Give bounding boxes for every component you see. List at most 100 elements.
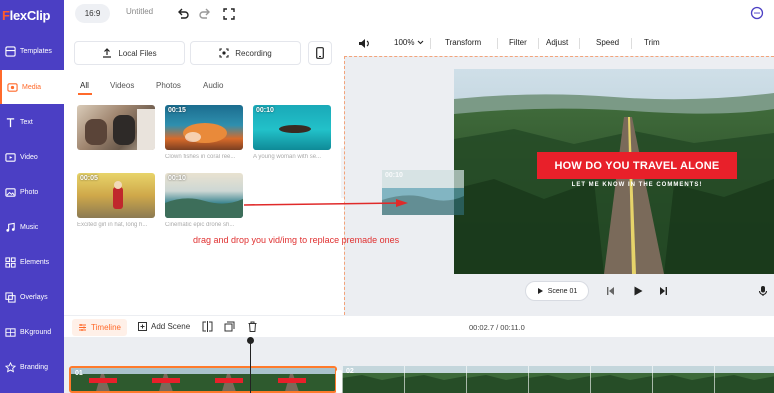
toolbar-divider — [631, 38, 632, 49]
clip-number: 01 — [75, 370, 83, 377]
sidebar-item-label: Media — [22, 83, 42, 91]
split-icon[interactable] — [202, 321, 213, 332]
record-icon — [219, 48, 229, 58]
local-files-label: Local Files — [118, 48, 157, 58]
playhead-handle[interactable] — [247, 337, 254, 344]
sidebar-item-photo[interactable]: Photo — [0, 175, 64, 209]
app-root: FlexClip Templates Media Text Video Phot… — [0, 0, 774, 393]
phone-upload-button[interactable] — [308, 41, 332, 65]
aspect-ratio-button[interactable]: 16:9 — [75, 4, 110, 23]
timeline-clip[interactable]: 02 — [342, 366, 774, 393]
templates-icon — [5, 45, 16, 57]
media-thumb[interactable]: 00:10 — [253, 105, 331, 150]
sidebar-item-label: Video — [20, 153, 38, 161]
sidebar-item-label: Music — [20, 223, 39, 231]
overlays-icon — [5, 291, 16, 303]
sidebar-item-elements[interactable]: Elements — [0, 245, 64, 279]
duplicate-icon[interactable] — [224, 321, 235, 332]
timeline-clip[interactable]: 01 — [69, 366, 337, 393]
drag-arrow-icon — [244, 199, 408, 207]
recording-button[interactable]: Recording — [190, 41, 301, 65]
app-logo[interactable]: FlexClip — [0, 0, 64, 30]
branding-icon — [5, 361, 16, 373]
tab-photos[interactable]: Photos — [156, 81, 181, 90]
timeline-header: Timeline Add Scene 00:02.7 / 00:11.0 — [64, 315, 774, 337]
add-scene-button[interactable]: Add Scene — [138, 322, 190, 331]
tab-all[interactable]: All — [80, 81, 89, 90]
timecode: 00:02.7 / 00:11.0 — [469, 323, 525, 332]
sidebar-item-video[interactable]: Video — [0, 140, 64, 174]
project-title[interactable]: Untitled — [126, 7, 153, 16]
sidebar-item-label: BKground — [20, 328, 52, 336]
tab-audio[interactable]: Audio — [203, 81, 223, 90]
thumb-duration: 00:15 — [168, 107, 186, 114]
recording-label: Recording — [235, 48, 272, 58]
timeline-button[interactable]: Timeline — [72, 319, 127, 336]
media-thumb[interactable] — [77, 105, 155, 150]
logo-text: lexClip — [9, 7, 51, 23]
speed-button[interactable]: Speed — [596, 38, 619, 47]
sidebar-item-label: Photo — [20, 188, 39, 196]
sidebar-item-overlays[interactable]: Overlays — [0, 280, 64, 314]
active-tab-indicator — [78, 93, 92, 95]
next-icon[interactable] — [657, 285, 669, 297]
logo-initial: F — [2, 7, 10, 23]
sidebar-item-media[interactable]: Media — [0, 70, 64, 104]
sidebar: FlexClip Templates Media Text Video Phot… — [0, 0, 64, 393]
scene-label: Scene 01 — [547, 287, 578, 295]
toolbar-divider — [497, 38, 498, 49]
media-thumb[interactable]: 00:05 — [77, 173, 155, 218]
chat-icon[interactable] — [750, 6, 764, 20]
microphone-icon[interactable] — [757, 285, 769, 297]
video-subline[interactable]: LET ME KNOW IN THE COMMENTS! — [537, 182, 737, 188]
play-small-icon — [537, 288, 543, 294]
toolbar-divider — [579, 38, 580, 49]
undo-icon[interactable] — [176, 7, 190, 21]
scene-play-button[interactable]: Scene 01 — [525, 281, 589, 301]
play-icon[interactable] — [632, 285, 644, 297]
sidebar-item-templates[interactable]: Templates — [0, 34, 64, 68]
clip-frames-image — [71, 368, 335, 391]
previous-icon[interactable] — [605, 285, 617, 297]
upload-icon — [103, 48, 112, 58]
media-thumb[interactable]: 00:15 — [165, 105, 243, 150]
timeline-label: Timeline — [91, 323, 121, 332]
video-icon — [5, 152, 16, 162]
fullscreen-icon[interactable] — [222, 7, 236, 21]
thumb-caption: Excited girl in hat, long h... — [77, 222, 148, 228]
media-thumb[interactable]: 00:10 — [165, 173, 243, 218]
zoom-dropdown[interactable]: 100% — [394, 38, 424, 47]
sidebar-item-text[interactable]: Text — [0, 105, 64, 139]
thumb-image-people — [85, 109, 155, 150]
redo-icon[interactable] — [198, 7, 212, 21]
tab-videos[interactable]: Videos — [110, 81, 134, 90]
volume-icon[interactable] — [358, 38, 370, 49]
media-icon — [7, 82, 18, 92]
zoom-value: 100% — [394, 38, 415, 47]
sidebar-item-branding[interactable]: Branding — [0, 350, 64, 384]
thumb-duration: 00:10 — [385, 172, 403, 179]
sidebar-item-label: Branding — [20, 363, 49, 371]
sidebar-item-label: Text — [20, 118, 33, 126]
adjust-button[interactable]: Adjust — [546, 38, 568, 47]
edit-toolbar: 100% Transform Filter Adjust Speed Trim — [344, 30, 774, 56]
add-icon — [138, 322, 147, 331]
trim-button[interactable]: Trim — [644, 38, 660, 47]
top-header: 16:9 Untitled — [64, 0, 774, 30]
sidebar-item-label: Overlays — [20, 293, 48, 301]
local-files-button[interactable]: Local Files — [74, 41, 185, 65]
transform-button[interactable]: Transform — [445, 38, 481, 47]
phone-icon — [316, 47, 324, 59]
toolbar-divider — [538, 38, 539, 49]
drag-instruction: drag and drop you vid/img to replace pre… — [193, 235, 400, 245]
video-headline[interactable]: HOW DO YOU TRAVEL ALONE — [537, 152, 737, 179]
photo-icon — [5, 187, 16, 197]
thumb-caption: Cinematic epic drone sh... — [165, 222, 235, 228]
sidebar-item-music[interactable]: Music — [0, 210, 64, 244]
playhead[interactable] — [250, 340, 251, 393]
text-icon — [6, 117, 15, 127]
delete-icon[interactable] — [247, 321, 258, 332]
background-icon — [5, 327, 16, 337]
sidebar-item-background[interactable]: BKground — [0, 315, 64, 349]
filter-button[interactable]: Filter — [509, 38, 527, 47]
